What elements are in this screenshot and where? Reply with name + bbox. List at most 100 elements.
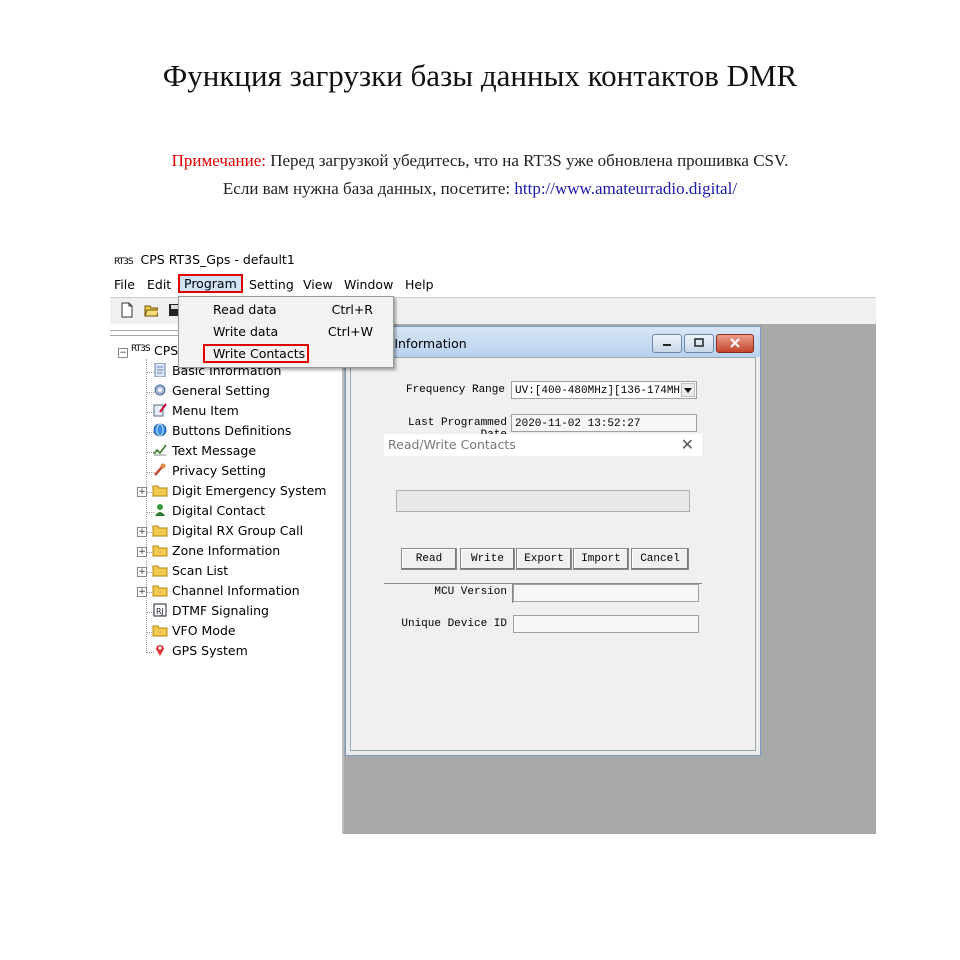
tree-item-digit-emergency-system[interactable]: Digit Emergency System xyxy=(152,483,326,501)
tree-item-label: GPS System xyxy=(172,643,248,658)
tree-item-vfo-mode[interactable]: VFO Mode xyxy=(152,623,236,641)
write-button[interactable]: Write xyxy=(460,548,515,570)
tree-item-label: Menu Item xyxy=(172,403,239,418)
tree-item-menu-item[interactable]: Menu Item xyxy=(152,403,239,421)
program-dropdown-menu: Read data Ctrl+R Write data Ctrl+W Write… xyxy=(178,296,394,368)
folder-icon xyxy=(152,583,172,598)
folder-icon xyxy=(152,623,172,638)
tree-item-label: Digit Emergency System xyxy=(172,483,327,498)
expand-icon[interactable]: + xyxy=(137,547,147,557)
menu-item-shortcut: Ctrl+W xyxy=(327,324,373,339)
contact-person-icon xyxy=(152,503,172,518)
gear-icon xyxy=(152,383,172,398)
tree-item-text-message[interactable]: Text Message xyxy=(152,443,256,461)
menu-file[interactable]: File xyxy=(114,277,135,292)
tree-item-label: Digital Contact xyxy=(172,503,266,518)
tree-item-label: Channel Information xyxy=(172,583,300,598)
menu-window[interactable]: Window xyxy=(344,277,393,292)
dtmf-icon: RJ xyxy=(152,603,172,618)
tree-connector-line xyxy=(146,359,147,653)
menu-help[interactable]: Help xyxy=(405,277,434,292)
frequency-range-value: UV:[400-480MHz][136-174MHz] xyxy=(515,385,694,397)
expand-icon[interactable]: + xyxy=(137,567,147,577)
frequency-range-select[interactable]: UV:[400-480MHz][136-174MHz] xyxy=(511,381,697,399)
tree-item-general-setting[interactable]: General Setting xyxy=(152,383,270,401)
expand-icon[interactable]: + xyxy=(137,587,147,597)
tree-item-label: Scan List xyxy=(172,563,229,578)
folder-icon xyxy=(152,563,172,578)
import-button[interactable]: Import xyxy=(573,548,629,570)
key-icon xyxy=(152,463,172,478)
tree-item-dtmf-signaling[interactable]: RJ DTMF Signaling xyxy=(152,603,269,621)
close-button[interactable] xyxy=(716,334,754,353)
maximize-button[interactable] xyxy=(684,334,714,353)
menu-setting[interactable]: Setting xyxy=(249,277,294,292)
tree-item-gps-system[interactable]: GPS System xyxy=(152,643,248,661)
tree-item-channel-information[interactable]: Channel Information xyxy=(152,583,300,601)
tree-item-privacy-setting[interactable]: Privacy Setting xyxy=(152,463,266,481)
mcu-version-label: MCU Version xyxy=(434,586,507,598)
tree-item-label: Privacy Setting xyxy=(172,463,266,478)
folder-icon xyxy=(152,543,172,558)
menu-item-shortcut: Ctrl+R xyxy=(331,302,373,317)
unique-device-id-label: Unique Device ID xyxy=(401,618,507,630)
tree-item-zone-information[interactable]: Zone Information xyxy=(152,543,280,561)
tree-item-scan-list[interactable]: Scan List xyxy=(152,563,228,581)
menu-view[interactable]: View xyxy=(303,277,333,292)
progress-bar xyxy=(396,490,690,512)
maximize-icon xyxy=(694,338,704,347)
minimize-button[interactable] xyxy=(652,334,682,353)
last-programmed-field: 2020-11-02 13:52:27 xyxy=(511,414,697,432)
app-title-bar: RT3S CPS RT3S_Gps - default1 xyxy=(114,252,295,267)
tree-root-label: CPS xyxy=(154,343,179,358)
tree-item-label: Digital RX Group Call xyxy=(172,523,304,538)
pen-message-icon xyxy=(152,443,172,458)
app-icon: RT3S xyxy=(114,257,134,267)
root-icon: RT3S xyxy=(131,344,151,354)
collapse-icon[interactable]: − xyxy=(118,348,128,358)
app-title: CPS RT3S_Gps - default1 xyxy=(140,252,295,267)
mcu-version-field xyxy=(513,584,699,602)
menu-item-read-data[interactable]: Read data Ctrl+R xyxy=(179,299,393,319)
menu-program[interactable]: Program xyxy=(178,274,243,293)
chevron-down-icon[interactable] xyxy=(681,383,695,397)
read-button[interactable]: Read xyxy=(401,548,457,570)
export-button[interactable]: Export xyxy=(516,548,572,570)
svg-text:RJ: RJ xyxy=(156,607,164,616)
tree-item-digital-contact[interactable]: Digital Contact xyxy=(152,503,265,521)
expand-icon[interactable]: + xyxy=(137,527,147,537)
tree-item-label: DTMF Signaling xyxy=(172,603,269,618)
database-link[interactable]: http://www.amateurradio.digital/ xyxy=(514,179,737,198)
database-text: Если вам нужна база данных, посетите: xyxy=(222,179,515,198)
minimize-icon xyxy=(663,344,671,346)
database-line: Если вам нужна база данных, посетите: ht… xyxy=(0,179,960,199)
rw-contacts-dialog-titlebar[interactable]: Read/Write Contacts ✕ xyxy=(384,434,702,456)
note-text: Перед загрузкой убедитесь, что на RT3S у… xyxy=(265,151,789,170)
menu-item-label: Read data xyxy=(213,302,277,317)
child-window-titlebar[interactable]: ic Information xyxy=(346,327,760,357)
tree-item-digital-rx-group-call[interactable]: Digital RX Group Call xyxy=(152,523,303,541)
rw-contacts-dialog-title: Read/Write Contacts xyxy=(388,437,516,452)
folder-icon xyxy=(152,523,172,538)
close-icon xyxy=(730,338,740,348)
menu-item-write-data[interactable]: Write data Ctrl+W xyxy=(179,321,393,341)
folder-icon xyxy=(152,483,172,498)
open-folder-icon[interactable] xyxy=(144,302,158,318)
tree-item-label: General Setting xyxy=(172,383,270,398)
tree-item-label: Zone Information xyxy=(172,543,281,558)
page-title: Функция загрузки базы данных контактов D… xyxy=(162,58,798,93)
cancel-button[interactable]: Cancel xyxy=(631,548,689,570)
menu-edit-icon xyxy=(152,403,172,418)
tree-item-label: Text Message xyxy=(172,443,257,458)
unique-device-id-field xyxy=(513,615,699,633)
expand-icon[interactable]: + xyxy=(137,487,147,497)
tree-item-buttons-definitions[interactable]: Buttons Definitions xyxy=(152,423,291,441)
menu-item-label: Write data xyxy=(213,324,279,339)
globe-button-icon xyxy=(152,423,172,438)
note-line: Примечание: Перед загрузкой убедитесь, ч… xyxy=(0,151,960,171)
menu-bar: File Edit Program Setting View Window He… xyxy=(110,274,876,295)
new-file-icon[interactable] xyxy=(120,302,134,318)
close-icon[interactable]: ✕ xyxy=(681,435,694,454)
tree-item-label: VFO Mode xyxy=(172,623,236,638)
menu-edit[interactable]: Edit xyxy=(147,277,171,292)
